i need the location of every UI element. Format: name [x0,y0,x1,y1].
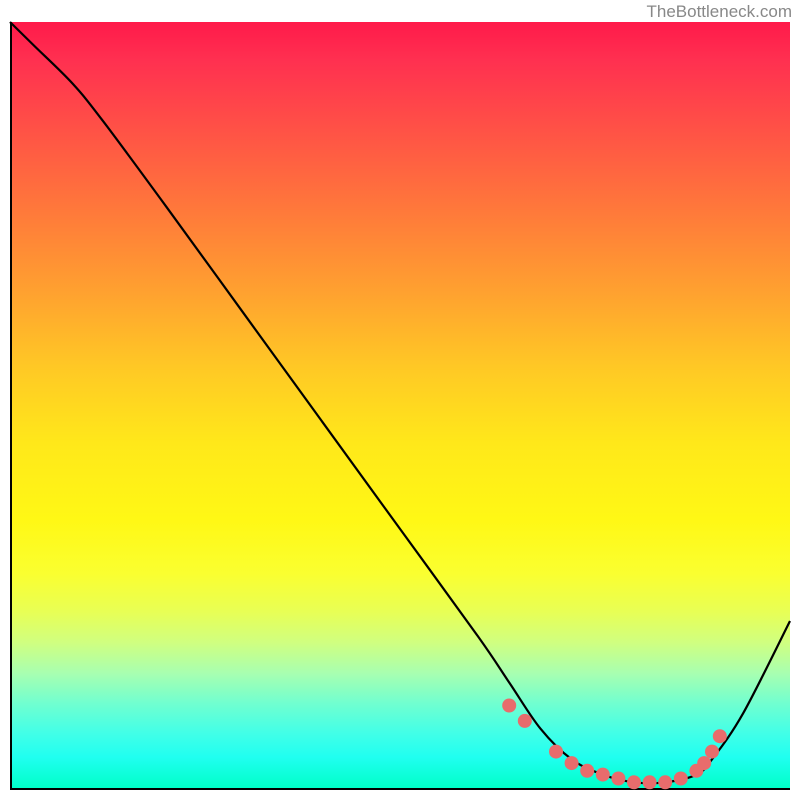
marker-dot [658,775,672,789]
marker-dot [674,772,688,786]
line-series-curve [10,22,790,783]
marker-dot [580,764,594,778]
marker-dot [697,756,711,770]
marker-dot [705,745,719,759]
marker-group [502,699,727,790]
marker-dot [549,745,563,759]
marker-dot [713,729,727,743]
marker-dot [518,714,532,728]
marker-dot [611,772,625,786]
marker-dot [565,756,579,770]
marker-dot [627,775,641,789]
chart-svg [10,22,790,790]
watermark-text: TheBottleneck.com [646,2,792,22]
marker-dot [596,768,610,782]
marker-dot [502,699,516,713]
marker-dot [643,775,657,789]
